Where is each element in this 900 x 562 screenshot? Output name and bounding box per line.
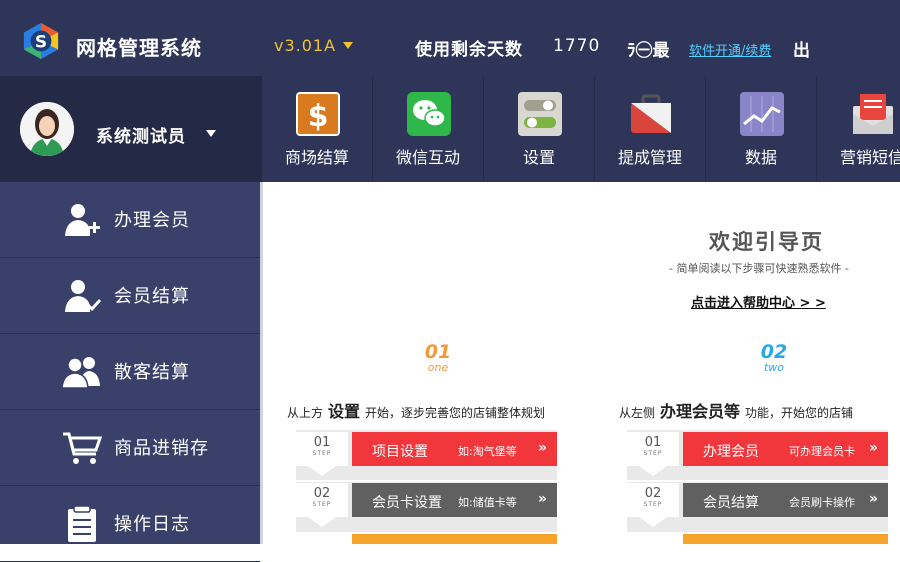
module-label: 设置 <box>522 148 555 167</box>
app-logo-icon: S <box>23 22 59 60</box>
module-data[interactable]: 数据 <box>706 76 817 182</box>
step-badge-word: one <box>428 361 449 374</box>
module-label: 营销短信 <box>839 148 900 167</box>
module-label: 数据 <box>744 148 777 167</box>
renew-link[interactable]: 软件开通/续费 <box>689 40 771 59</box>
module-wechat[interactable]: 微信互动 <box>373 76 484 182</box>
wechat-icon <box>407 92 451 136</box>
svg-text:S: S <box>35 33 47 53</box>
toggle-settings-icon <box>518 92 562 136</box>
guide-item-card-settings[interactable]: 02 STEP 会员卡设置 如:储值卡等 » <box>296 483 557 527</box>
minimize-button[interactable]: ﾗ㊀最 <box>627 36 670 61</box>
sidebar-item-label: 商品进销存 <box>114 438 209 459</box>
step-badge-number: 01 <box>425 341 451 363</box>
dollar-icon: $ <box>296 92 340 136</box>
sidebar-item-label: 操作日志 <box>114 514 190 535</box>
add-user-icon <box>65 204 100 236</box>
user-panel[interactable]: 系统测试员 <box>0 76 262 182</box>
sidebar-item-label: 办理会员 <box>114 210 190 231</box>
clipboard-icon <box>68 506 96 542</box>
avatar <box>20 102 74 156</box>
remaining-days-label: 使用剩余天数 <box>415 40 523 60</box>
chart-icon <box>740 92 784 136</box>
sidebar-item-member-checkout[interactable]: 会员结算 <box>0 258 260 334</box>
guide-item-add-member[interactable]: 01 STEP 办理会员 可办理会员卡 » <box>627 432 888 476</box>
sidebar-item-label: 会员结算 <box>114 286 190 307</box>
double-chevron-right-icon: » <box>537 440 547 456</box>
step-one-badge: 01 one <box>425 341 451 374</box>
member-check-icon <box>65 280 102 312</box>
mail-icon <box>853 94 893 134</box>
sidebar-item-add-member[interactable]: 办理会员 <box>0 182 260 258</box>
top-bar: S 网格管理系统 v3.01A 使用剩余天数 1770 ﾗ㊀最 软件开通/续费 … <box>0 0 900 76</box>
chevron-down-icon[interactable] <box>206 130 216 137</box>
module-settings[interactable]: 设置 <box>484 76 595 182</box>
cart-icon <box>63 432 102 464</box>
double-chevron-right-icon: » <box>537 491 547 507</box>
sidebar: 办理会员 会员结算 散客结算 商品进销存 操作日志 <box>0 182 260 562</box>
sidebar-item-operation-log[interactable]: 操作日志 <box>0 486 260 562</box>
svg-text:$: $ <box>308 99 329 134</box>
step-badge-number: 02 <box>761 341 787 363</box>
module-sms-marketing[interactable]: 营销短信 <box>817 76 900 182</box>
guide-item-third-right[interactable] <box>627 534 888 544</box>
sidebar-item-label: 散客结算 <box>114 362 190 383</box>
module-commission[interactable]: 提成管理 <box>595 76 706 182</box>
double-chevron-right-icon: » <box>868 491 878 507</box>
module-toolbar: $ 商场结算 微信互动 设置 提成管理 数据 营销短信 <box>262 76 900 182</box>
module-label: 微信互动 <box>395 148 460 167</box>
group-icon <box>62 357 100 389</box>
user-avatar-icon <box>20 102 74 156</box>
welcome-subtitle: - 简单阅读以下步骤可快速熟悉软件 - <box>669 262 849 275</box>
guide-item-member-checkout[interactable]: 02 STEP 会员结算 会员刷卡操作 » <box>627 483 888 527</box>
exit-button[interactable]: 出 <box>793 36 810 61</box>
sidebar-item-guest-checkout[interactable]: 散客结算 <box>0 334 260 410</box>
sidebar-item-inventory[interactable]: 商品进销存 <box>0 410 260 486</box>
module-label: 提成管理 <box>617 148 682 167</box>
step-one-description: 从上方 设置 开始，逐步完善您的店铺整体规划 <box>287 402 546 421</box>
briefcase-icon <box>631 94 671 133</box>
guide-item-project-settings[interactable]: 01 STEP 项目设置 如:淘气堡等 » <box>296 432 557 476</box>
chevron-down-icon[interactable] <box>343 42 353 49</box>
user-name[interactable]: 系统测试员 <box>96 122 186 147</box>
module-mall-checkout[interactable]: $ 商场结算 <box>262 76 373 182</box>
app-title: 网格管理系统 <box>76 36 202 60</box>
double-chevron-right-icon: » <box>868 440 878 456</box>
help-center-link[interactable]: 点击进入帮助中心 > > <box>691 292 826 311</box>
module-label: 商场结算 <box>284 148 349 167</box>
remaining-days-value: 1770 <box>553 36 601 56</box>
welcome-title: 欢迎引导页 <box>709 230 824 254</box>
guide-item-third[interactable] <box>296 534 557 544</box>
step-badge-word: two <box>764 361 784 374</box>
step-two-description: 从左侧 办理会员等 功能，开始您的店铺 <box>619 402 854 421</box>
welcome-page: 欢迎引导页 - 简单阅读以下步骤可快速熟悉软件 - 点击进入帮助中心 > > 0… <box>263 182 900 544</box>
version-selector[interactable]: v3.01A <box>274 36 336 55</box>
step-two-badge: 02 two <box>761 341 787 374</box>
